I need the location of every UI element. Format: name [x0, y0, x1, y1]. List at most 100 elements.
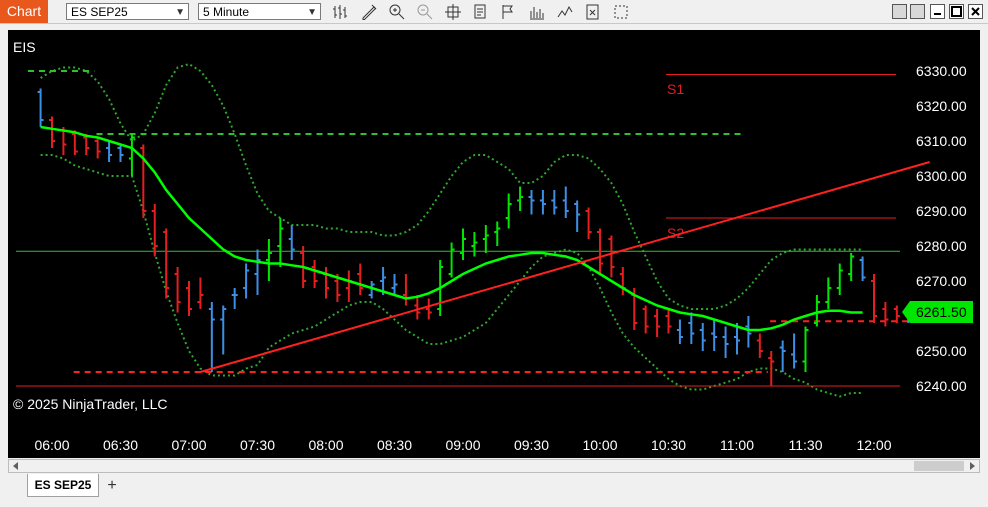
price-bar	[460, 228, 466, 260]
crosshair-icon[interactable]	[444, 3, 462, 21]
price-bar	[117, 144, 124, 162]
price-bar	[402, 274, 409, 306]
price-bar	[414, 295, 421, 320]
price-bar	[802, 326, 809, 372]
bar-type-icon[interactable]	[332, 3, 350, 21]
instrument-selector[interactable]: ES SEP25 ▼	[66, 3, 189, 20]
y-tick-label: 6290.00	[916, 203, 967, 219]
close-button[interactable]	[968, 4, 983, 19]
price-bar	[562, 186, 569, 218]
data-box-icon[interactable]	[472, 3, 490, 21]
zoom-out-icon[interactable]	[416, 3, 434, 21]
x-tick-label: 07:30	[240, 437, 275, 453]
price-bar	[711, 319, 718, 351]
price-bar	[357, 263, 364, 295]
scroll-left-icon[interactable]	[10, 460, 22, 472]
price-bar	[220, 305, 227, 355]
price-bar	[882, 302, 889, 327]
add-tab-button[interactable]: +	[101, 476, 123, 496]
maximize-icon	[951, 6, 962, 17]
price-bar	[505, 193, 512, 229]
templates-icon[interactable]	[612, 3, 630, 21]
x-tick-label: 11:00	[720, 437, 754, 453]
minimize-button[interactable]	[930, 4, 945, 19]
price-bar	[791, 333, 798, 369]
price-chart[interactable]: 6330.00 6320.00 6310.00 6300.00 6290.00 6280.…	[8, 30, 980, 458]
restore-tile-button[interactable]	[892, 4, 907, 19]
price-bar	[654, 309, 661, 337]
price-bar	[163, 228, 170, 299]
y-tick-label: 6270.00	[916, 273, 967, 289]
price-bar	[231, 288, 238, 309]
price-bar	[528, 190, 535, 215]
indicators-icon[interactable]	[528, 3, 546, 21]
price-bar	[722, 326, 729, 358]
price-bar	[848, 253, 855, 281]
price-bar	[688, 312, 695, 344]
x-tick-label: 10:30	[651, 437, 686, 453]
chevron-down-icon: ▼	[175, 7, 185, 18]
price-bar	[517, 186, 524, 211]
scroll-right-icon[interactable]	[966, 460, 978, 472]
chart-trader-icon[interactable]	[556, 3, 574, 21]
price-bar	[768, 351, 775, 386]
tab-bar: ES SEP25 +	[0, 474, 988, 507]
price-bar	[186, 281, 192, 316]
price-bar	[608, 235, 615, 278]
instrument-label: EIS	[13, 39, 36, 55]
y-tick-label: 6320.00	[916, 98, 967, 114]
price-bar	[174, 267, 181, 313]
chart-panel[interactable]: 6330.00 6320.00 6310.00 6300.00 6290.00 6280.…	[8, 30, 980, 458]
level-label-s2: S2	[667, 225, 684, 241]
copyright-label: © 2025 NinjaTrader, LLC	[13, 396, 168, 412]
price-bar	[425, 298, 432, 320]
drawing-tool-icon[interactable]	[360, 3, 378, 21]
price-bar	[745, 316, 752, 348]
y-tick-label: 6280.00	[916, 238, 967, 254]
x-tick-label: 08:00	[308, 437, 343, 453]
chart-tab[interactable]: Chart	[0, 0, 48, 23]
strategies-icon[interactable]	[500, 3, 518, 21]
price-bar	[871, 274, 877, 323]
price-bar	[859, 256, 866, 281]
y-tick-label: 6300.00	[916, 168, 967, 184]
price-bar	[642, 305, 649, 334]
price-bar	[197, 277, 204, 309]
price-bar	[551, 190, 558, 215]
minimize-icon	[934, 13, 941, 15]
price-bar	[482, 225, 489, 253]
price-bar	[494, 221, 501, 246]
price-bar	[311, 260, 318, 288]
scrollbar-thumb[interactable]	[914, 461, 964, 471]
price-bar	[574, 200, 581, 232]
price-bar	[619, 267, 626, 295]
y-tick-label: 6330.00	[916, 63, 967, 79]
price-bar	[37, 88, 44, 127]
price-bar	[345, 270, 352, 302]
horizontal-scrollbar[interactable]	[8, 459, 980, 473]
tab-es-sep25[interactable]: ES SEP25	[27, 474, 99, 497]
price-bar	[825, 277, 832, 309]
price-bar	[243, 263, 250, 299]
price-bar	[665, 309, 672, 334]
chevron-down-icon: ▼	[307, 7, 317, 18]
price-bar	[539, 190, 546, 215]
x-tick-label: 07:00	[171, 437, 206, 453]
zoom-in-icon[interactable]	[388, 3, 406, 21]
properties-icon[interactable]	[584, 3, 602, 21]
price-bar	[254, 249, 261, 295]
price-bar	[585, 207, 592, 239]
x-tick-label: 06:00	[34, 437, 69, 453]
maximize-button[interactable]	[949, 4, 964, 19]
last-price-value: 6261.50	[916, 304, 967, 320]
restore-tile-button-2[interactable]	[910, 4, 925, 19]
toolbar: Chart ES SEP25 ▼ 5 Minute ▼	[0, 0, 988, 24]
price-bar	[779, 340, 786, 372]
x-tick-label: 09:30	[514, 437, 549, 453]
interval-selector[interactable]: 5 Minute ▼	[198, 3, 321, 20]
x-tick-label: 08:30	[377, 437, 412, 453]
price-bar	[106, 141, 113, 162]
price-bar	[676, 319, 683, 344]
price-bar	[94, 137, 101, 159]
y-tick-label: 6250.00	[916, 343, 967, 359]
